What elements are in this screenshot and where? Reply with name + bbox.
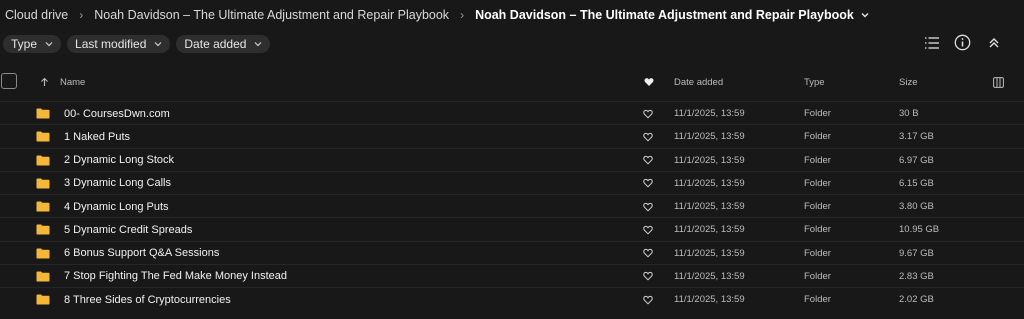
- date-added-filter-dropdown[interactable]: Date added: [176, 35, 271, 53]
- favourite-heart-outline-icon[interactable]: [643, 149, 653, 172]
- file-type: Folder: [804, 224, 831, 236]
- file-type: Folder: [804, 131, 831, 143]
- file-size: 10.95 GB: [899, 224, 940, 236]
- file-size: 9.67 GB: [899, 247, 934, 259]
- favourite-heart-outline-icon[interactable]: [643, 242, 653, 265]
- file-list: 00- CoursesDwn.com 11/1/2025, 13:59 Fold…: [0, 101, 1024, 310]
- file-name: 2 Dynamic Long Stock: [64, 154, 175, 166]
- file-type: Folder: [804, 247, 831, 259]
- folder-icon: [36, 218, 50, 241]
- file-name: 4 Dynamic Long Puts: [64, 200, 169, 213]
- chevron-down-icon: [45, 42, 53, 47]
- table-row[interactable]: 8 Three Sides of Cryptocurrencies 11/1/2…: [0, 287, 1024, 310]
- date-added: 11/1/2025, 13:59: [674, 247, 745, 259]
- favourite-heart-outline-icon[interactable]: [643, 102, 653, 125]
- collapse-icon[interactable]: [985, 34, 1002, 51]
- last-modified-filter-label: Last modified: [75, 37, 147, 51]
- file-size: 3.80 GB: [899, 201, 934, 212]
- file-type: Folder: [804, 294, 831, 305]
- file-name: 1 Naked Puts: [64, 130, 131, 143]
- sort-arrow-up-icon[interactable]: [40, 71, 49, 93]
- folder-icon: [36, 125, 50, 148]
- favourite-heart-outline-icon[interactable]: [643, 288, 653, 311]
- file-name: 00- CoursesDwn.com: [64, 107, 170, 120]
- breadcrumb-parent-folder[interactable]: Noah Davidson – The Ultimate Adjustment …: [94, 8, 449, 22]
- file-name: 7 Stop Fighting The Fed Make Money Inste…: [64, 270, 287, 283]
- file-type: Folder: [804, 108, 831, 119]
- folder-icon: [36, 288, 50, 311]
- table-row[interactable]: 00- CoursesDwn.com 11/1/2025, 13:59 Fold…: [0, 101, 1024, 124]
- date-added: 11/1/2025, 13:59: [674, 224, 745, 236]
- filter-bar: Type Last modified Date added: [3, 35, 271, 53]
- breadcrumb-current-folder[interactable]: Noah Davidson – The Ultimate Adjustment …: [475, 8, 854, 22]
- table-row[interactable]: 5 Dynamic Credit Spreads 11/1/2025, 13:5…: [0, 217, 1024, 240]
- breadcrumb-cloud-drive[interactable]: Cloud drive: [5, 8, 68, 22]
- table-row[interactable]: 2 Dynamic Long Stock 11/1/2025, 13:59 Fo…: [0, 147, 1024, 172]
- favourite-heart-outline-icon[interactable]: [643, 195, 653, 218]
- file-type: Folder: [804, 154, 831, 166]
- chevron-down-icon[interactable]: [860, 10, 870, 20]
- favourite-heart-outline-icon[interactable]: [643, 125, 653, 148]
- chevron-right-icon: ›: [460, 8, 465, 22]
- date-added: 11/1/2025, 13:59: [674, 131, 745, 143]
- select-all-checkbox[interactable]: [1, 73, 17, 89]
- folder-icon: [36, 149, 50, 172]
- column-header-type[interactable]: Type: [804, 71, 825, 93]
- table-row[interactable]: 1 Naked Puts 11/1/2025, 13:59 Folder 3.1…: [0, 124, 1024, 147]
- table-row[interactable]: 7 Stop Fighting The Fed Make Money Inste…: [0, 263, 1024, 288]
- file-type: Folder: [804, 270, 831, 282]
- date-added: 11/1/2025, 13:59: [674, 154, 745, 166]
- file-name: 3 Dynamic Long Calls: [64, 177, 171, 190]
- file-size: 6.15 GB: [899, 177, 934, 189]
- folder-icon: [36, 102, 50, 125]
- file-size: 2.83 GB: [899, 270, 934, 282]
- chevron-right-icon: ›: [79, 8, 84, 22]
- favourite-heart-outline-icon[interactable]: [643, 172, 653, 195]
- file-type: Folder: [804, 201, 831, 212]
- chevron-down-icon: [154, 42, 162, 47]
- file-size: 6.97 GB: [899, 154, 934, 166]
- info-icon[interactable]: [954, 34, 971, 51]
- favourite-heart-outline-icon[interactable]: [643, 218, 653, 241]
- columns-settings-icon[interactable]: [993, 71, 1004, 93]
- breadcrumb: Cloud drive › Noah Davidson – The Ultima…: [5, 6, 870, 24]
- file-size: 30 B: [899, 108, 919, 119]
- table-row[interactable]: 4 Dynamic Long Puts 11/1/2025, 13:59 Fol…: [0, 194, 1024, 217]
- view-toolbar: [923, 34, 1002, 51]
- date-added: 11/1/2025, 13:59: [674, 270, 745, 282]
- file-type: Folder: [804, 177, 831, 189]
- favourite-heart-outline-icon[interactable]: [643, 265, 653, 288]
- file-name: 6 Bonus Support Q&A Sessions: [64, 247, 220, 259]
- file-name: 5 Dynamic Credit Spreads: [64, 223, 193, 236]
- last-modified-filter-dropdown[interactable]: Last modified: [67, 35, 171, 53]
- file-size: 3.17 GB: [899, 131, 934, 143]
- folder-icon: [36, 242, 50, 265]
- favourite-heart-icon[interactable]: [644, 71, 654, 93]
- folder-icon: [36, 265, 50, 288]
- date-added: 11/1/2025, 13:59: [674, 294, 745, 305]
- folder-icon: [36, 172, 50, 195]
- column-header-date-added[interactable]: Date added: [674, 71, 723, 93]
- file-name: 8 Three Sides of Cryptocurrencies: [64, 293, 231, 306]
- chevron-down-icon: [255, 42, 262, 47]
- date-added: 11/1/2025, 13:59: [674, 177, 745, 189]
- column-header-size[interactable]: Size: [899, 71, 917, 93]
- date-added: 11/1/2025, 13:59: [674, 108, 745, 119]
- table-row[interactable]: 3 Dynamic Long Calls 11/1/2025, 13:59 Fo…: [0, 170, 1024, 195]
- type-filter-label: Type: [11, 37, 38, 51]
- type-filter-dropdown[interactable]: Type: [3, 35, 62, 53]
- file-size: 2.02 GB: [899, 294, 934, 305]
- folder-icon: [36, 195, 50, 218]
- date-added: 11/1/2025, 13:59: [674, 201, 745, 212]
- table-header: Name Date added Type Size: [0, 71, 1024, 93]
- table-row[interactable]: 6 Bonus Support Q&A Sessions 11/1/2025, …: [0, 240, 1024, 265]
- list-view-icon[interactable]: [923, 34, 940, 51]
- date-added-filter-label: Date added: [184, 37, 247, 51]
- column-header-name[interactable]: Name: [60, 71, 85, 93]
